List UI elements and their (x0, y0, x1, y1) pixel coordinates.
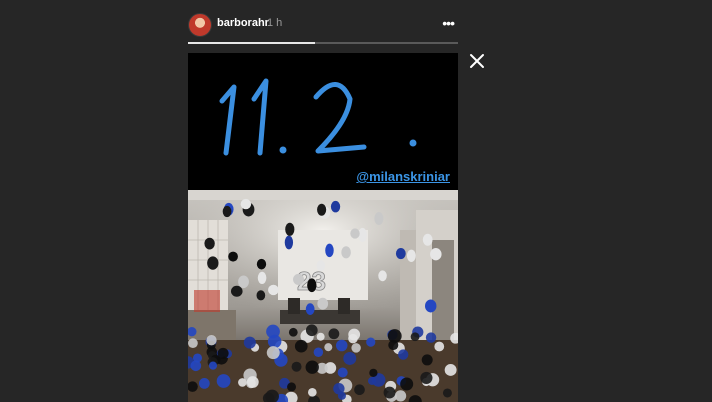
story-progress-fill (188, 42, 315, 44)
story-progress-bar (188, 42, 458, 44)
story-content[interactable]: @milanskriniar (188, 53, 458, 402)
more-options-icon[interactable]: ••• (442, 15, 455, 31)
timestamp: 1 h (267, 17, 283, 29)
story-header: barborahr 1 h ••• (188, 12, 458, 38)
story-text-panel: @milanskriniar (188, 53, 458, 190)
handwritten-date (219, 78, 417, 156)
story-photo: 23 (188, 190, 458, 402)
username[interactable]: barborahr (217, 17, 269, 29)
close-icon[interactable] (468, 52, 486, 70)
mention-link[interactable]: @milanskriniar (356, 169, 450, 184)
avatar[interactable] (188, 13, 212, 37)
